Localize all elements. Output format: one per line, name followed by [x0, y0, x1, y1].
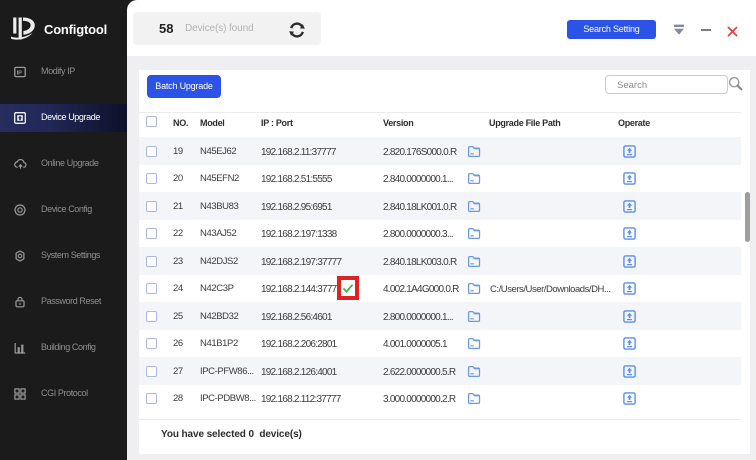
svg-text:IP: IP [17, 70, 23, 76]
